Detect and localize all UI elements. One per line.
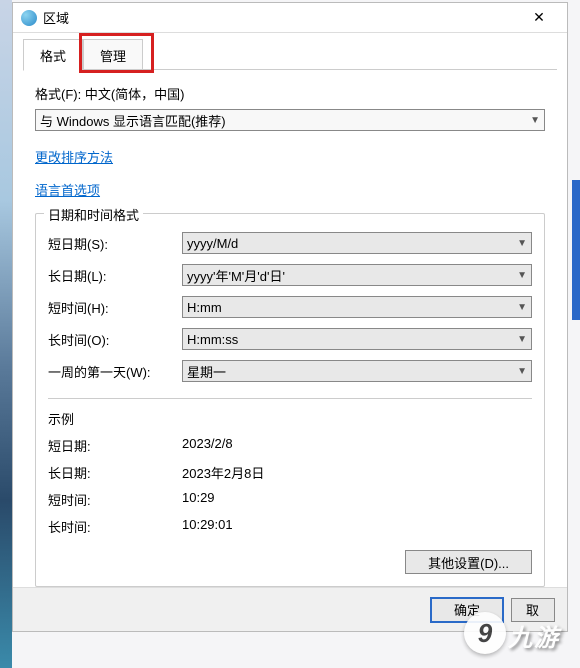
first-day-label: 一周的第一天(W): (48, 362, 182, 381)
format-label: 格式(F): 中文(简体，中国) (35, 84, 184, 103)
tab-divider (23, 69, 557, 70)
bottom-bar: 确定 取 (13, 587, 567, 631)
short-time-value: H:mm (187, 300, 222, 315)
close-button[interactable]: ✕ (519, 4, 559, 32)
format-label-row: 格式(F): 中文(简体，中国) (35, 84, 545, 103)
panel: 格式(F): 中文(简体，中国) 与 Windows 显示语言匹配(推荐) ▼ … (13, 70, 567, 597)
chevron-down-icon: ▼ (517, 302, 527, 313)
tab-admin[interactable]: 管理 (83, 39, 143, 70)
globe-icon (21, 10, 37, 26)
background-right (572, 180, 580, 320)
format-dropdown-value: 与 Windows 显示语言匹配(推荐) (40, 111, 226, 130)
other-settings-button[interactable]: 其他设置(D)... (405, 550, 532, 574)
example-short-date-value: 2023/2/8 (182, 436, 233, 455)
window-title: 区域 (43, 8, 519, 27)
examples-title: 示例 (48, 409, 532, 428)
titlebar: 区域 ✕ (13, 3, 567, 33)
datetime-group-title: 日期和时间格式 (44, 205, 143, 224)
short-date-dropdown[interactable]: yyyy/M/d ▼ (182, 232, 532, 254)
chevron-down-icon: ▼ (517, 270, 527, 281)
example-short-time-label: 短时间: (48, 490, 182, 509)
example-short-date-label: 短日期: (48, 436, 182, 455)
example-long-date-label: 长日期: (48, 463, 182, 482)
background-left (0, 0, 12, 668)
example-long-time-value: 10:29:01 (182, 517, 233, 536)
datetime-format-group: 日期和时间格式 短日期(S): yyyy/M/d ▼ 长日期(L): yyyy'… (35, 213, 545, 587)
short-date-label: 短日期(S): (48, 234, 182, 253)
cancel-button[interactable]: 取 (511, 598, 555, 622)
long-time-dropdown[interactable]: H:mm:ss ▼ (182, 328, 532, 350)
language-prefs-link[interactable]: 语言首选项 (35, 180, 100, 199)
long-time-value: H:mm:ss (187, 332, 238, 347)
chevron-down-icon: ▼ (517, 366, 527, 377)
format-select-row: 与 Windows 显示语言匹配(推荐) ▼ (35, 109, 545, 131)
short-time-label: 短时间(H): (48, 298, 182, 317)
region-dialog: 区域 ✕ 格式 管理 格式(F): 中文(简体，中国) 与 Windows 显示… (12, 2, 568, 632)
example-short-time-value: 10:29 (182, 490, 215, 509)
ok-button[interactable]: 确定 (431, 598, 503, 622)
example-long-time-label: 长时间: (48, 517, 182, 536)
first-day-dropdown[interactable]: 星期一 ▼ (182, 360, 532, 382)
format-dropdown[interactable]: 与 Windows 显示语言匹配(推荐) ▼ (35, 109, 545, 131)
tab-strip: 格式 管理 (13, 33, 567, 70)
short-date-value: yyyy/M/d (187, 236, 238, 251)
chevron-down-icon: ▼ (530, 115, 540, 126)
long-date-label: 长日期(L): (48, 266, 182, 285)
long-date-value: yyyy'年'M'月'd'日' (187, 266, 285, 285)
chevron-down-icon: ▼ (517, 238, 527, 249)
first-day-value: 星期一 (187, 362, 226, 381)
long-date-dropdown[interactable]: yyyy'年'M'月'd'日' ▼ (182, 264, 532, 286)
divider (48, 398, 532, 399)
change-sort-link[interactable]: 更改排序方法 (35, 147, 113, 166)
tab-format[interactable]: 格式 (23, 39, 83, 71)
chevron-down-icon: ▼ (517, 334, 527, 345)
example-long-date-value: 2023年2月8日 (182, 463, 264, 482)
long-time-label: 长时间(O): (48, 330, 182, 349)
short-time-dropdown[interactable]: H:mm ▼ (182, 296, 532, 318)
